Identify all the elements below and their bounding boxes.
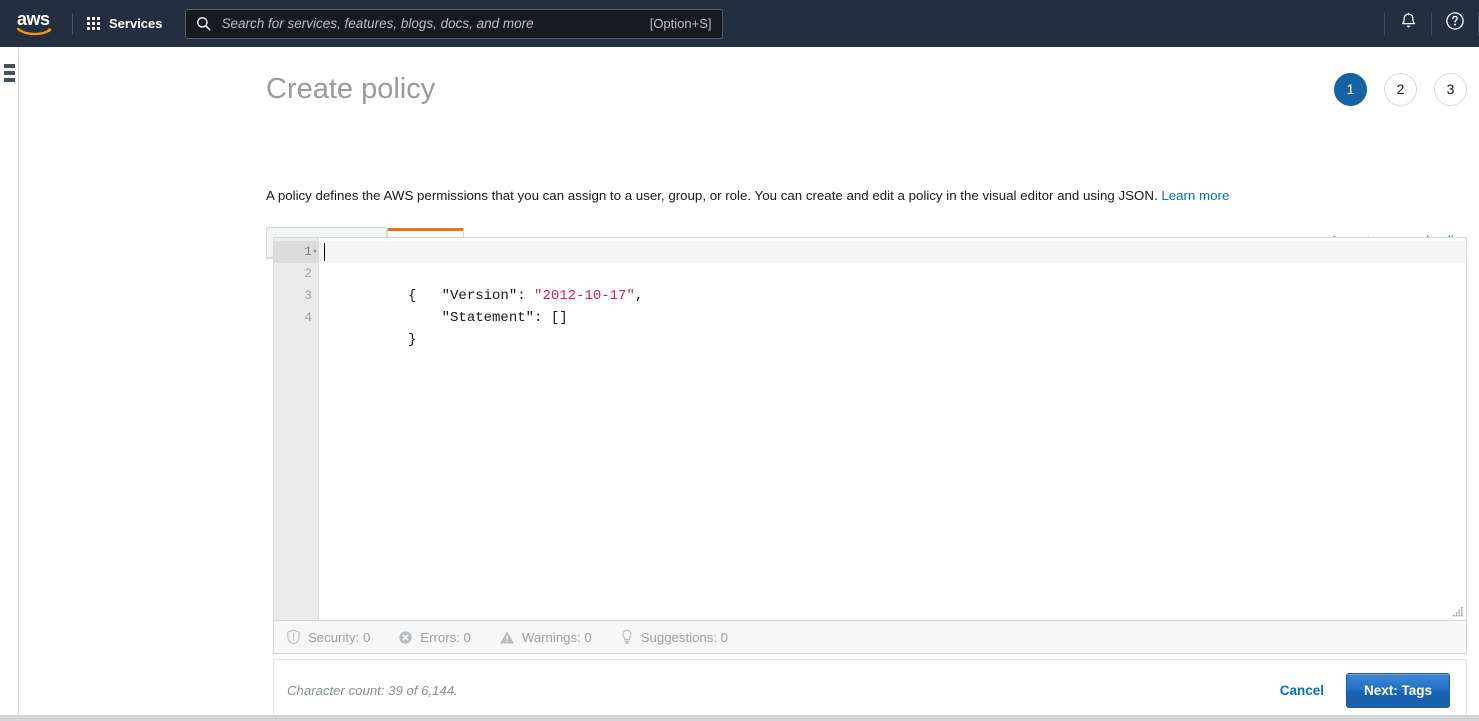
page-description: A policy defines the AWS permissions tha… xyxy=(266,188,1229,203)
learn-more-link[interactable]: Learn more xyxy=(1161,188,1229,203)
editor-body: 1 ▾ 2 3 4 { "Version": "2012-10-17", "St… xyxy=(274,238,1466,620)
editor-code-area[interactable]: { "Version": "2012-10-17", "Statement": … xyxy=(319,238,1466,620)
code-line-3[interactable]: "Statement": [] xyxy=(319,285,1466,326)
gutter-line-4[interactable]: 4 xyxy=(274,307,318,329)
footer-actions: Cancel Next: Tags xyxy=(1280,673,1450,708)
step-2-label: 2 xyxy=(1396,81,1405,97)
lightbulb-icon xyxy=(620,629,634,645)
gutter-line-4-number: 4 xyxy=(304,310,312,325)
step-1-label: 1 xyxy=(1346,81,1355,97)
aws-logo: aws xyxy=(14,9,58,39)
aws-logo-text: aws xyxy=(17,8,50,29)
step-indicator-2[interactable]: 2 xyxy=(1384,72,1417,106)
json-policy-editor[interactable]: 1 ▾ 2 3 4 { "Version": "2012-10-17", "St… xyxy=(273,237,1467,621)
notifications-button[interactable] xyxy=(1385,0,1431,47)
page-header: Create policy 1 2 3 xyxy=(266,61,1467,117)
character-count-label: Character count: 39 of 6,144. xyxy=(287,683,458,698)
code-line-2[interactable]: "Version": "2012-10-17", xyxy=(319,263,1466,304)
aws-logo-link[interactable]: aws xyxy=(0,0,72,47)
grid-icon xyxy=(87,17,100,30)
cancel-button[interactable]: Cancel xyxy=(1280,683,1324,698)
aws-smile-icon xyxy=(17,27,53,37)
warning-triangle-icon xyxy=(499,630,515,645)
text-cursor xyxy=(324,243,325,261)
status-suggestions-label: Suggestions: 0 xyxy=(640,629,728,645)
status-security-label: Security: 0 xyxy=(308,629,371,645)
code-line-1[interactable]: { xyxy=(319,241,1466,304)
status-suggestions[interactable]: Suggestions: 0 xyxy=(620,629,728,645)
step-indicator: 1 2 3 xyxy=(1334,72,1467,106)
gutter-line-2-number: 2 xyxy=(304,266,312,281)
page-description-text: A policy defines the AWS permissions tha… xyxy=(266,188,1158,203)
gutter-line-1[interactable]: 1 ▾ xyxy=(274,241,318,263)
gutter-line-2[interactable]: 2 xyxy=(274,263,318,285)
services-menu-button[interactable]: Services xyxy=(73,0,177,47)
collapsed-sidebar xyxy=(0,47,19,721)
search-icon xyxy=(196,16,211,31)
help-circle-icon xyxy=(1445,11,1465,36)
bell-icon xyxy=(1399,12,1418,36)
footer-action-bar: Character count: 39 of 6,144. Cancel Nex… xyxy=(273,659,1467,721)
nav-right-group xyxy=(1384,0,1479,47)
services-label: Services xyxy=(109,16,163,31)
sidebar-resize-handle[interactable] xyxy=(4,64,15,82)
step-indicator-1[interactable]: 1 xyxy=(1334,72,1367,106)
status-warnings-label: Warnings: 0 xyxy=(521,629,592,645)
status-errors[interactable]: Errors: 0 xyxy=(398,630,471,645)
next-tags-button[interactable]: Next: Tags xyxy=(1345,673,1450,708)
code-line-4[interactable]: } xyxy=(319,307,1466,348)
main-content: Create policy 1 2 3 A policy defines the… xyxy=(20,47,1479,721)
page-bottom-strip xyxy=(0,715,1479,721)
search-shortcut-hint: [Option+S] xyxy=(649,16,712,31)
search-input[interactable] xyxy=(219,15,642,32)
page-title: Create policy xyxy=(266,72,436,105)
step-3-label: 3 xyxy=(1446,81,1455,97)
aws-top-navigation: aws Services [Option+S] xyxy=(0,0,1479,47)
shield-icon xyxy=(286,629,301,645)
global-search-box[interactable]: [Option+S] xyxy=(184,8,723,39)
step-indicator-3[interactable]: 3 xyxy=(1434,72,1467,106)
error-circle-icon xyxy=(398,630,413,645)
status-errors-label: Errors: 0 xyxy=(420,629,471,645)
code-line-4-token-0: } xyxy=(408,332,417,348)
editor-status-bar: Security: 0 Errors: 0 Warnings: 0 Sugges… xyxy=(273,621,1467,654)
help-button[interactable] xyxy=(1432,0,1478,47)
gutter-line-3[interactable]: 3 xyxy=(274,285,318,307)
status-security[interactable]: Security: 0 xyxy=(286,629,370,645)
gutter-line-3-number: 3 xyxy=(304,288,312,303)
status-warnings[interactable]: Warnings: 0 xyxy=(499,630,592,645)
editor-resize-grip[interactable] xyxy=(1451,605,1464,618)
editor-gutter: 1 ▾ 2 3 4 xyxy=(274,238,319,620)
